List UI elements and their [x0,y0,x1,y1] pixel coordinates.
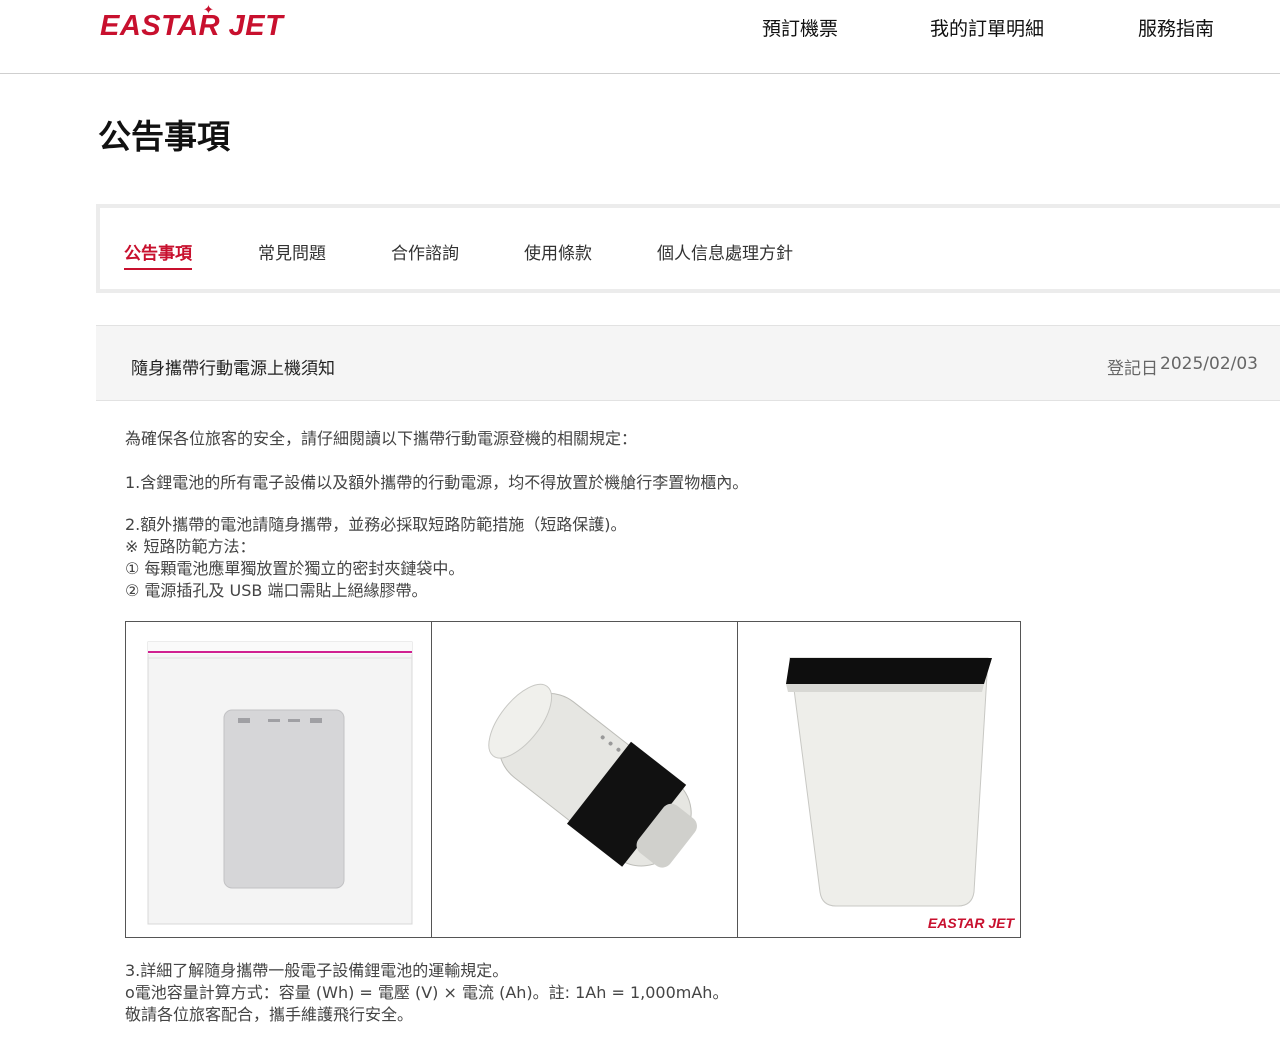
tab-privacy-policy[interactable]: 個人信息處理方針 [657,239,793,264]
notice-rule-2: 2.額外攜帶的電池請隨身攜帶，並務必採取短路防範措施（短路保護)。 [125,515,627,534]
logo-star-icon: ✦ [203,3,214,18]
nav-service-guide[interactable]: 服務指南 [1138,14,1214,41]
tab-notices[interactable]: 公告事項 [124,239,192,270]
method-title: ※ 短路防範方法： [125,537,256,556]
page-title: 公告事項 [98,117,230,156]
method-2: ② 電源插孔及 USB 端口需貼上絕緣膠帶。 [125,581,428,600]
tab-terms[interactable]: 使用條款 [524,239,592,264]
notice-title: 隨身攜帶行動電源上機須知 [131,359,335,379]
eastar-jet-watermark: EASTAR JET [927,915,1014,931]
power-bank-port-taped-image [432,622,738,937]
notice-rule-1: 1.含鋰電池的所有電子設備以及額外攜帶的行動電源，均不得放置於機艙行李置物櫃內。 [125,473,749,492]
power-bank-images: EASTAR JET [125,621,1021,938]
closing-text: 敬請各位旅客配合，攜手維護飛行安全。 [125,1005,414,1024]
nav-book-flights[interactable]: 預訂機票 [762,14,838,41]
notice-header: 隨身攜帶行動電源上機須知 登記日 2025/02/03 [96,325,1280,401]
site-header: EASTAR JET ✦ 預訂機票 我的訂單明細 服務指南 [0,0,1280,74]
capacity-formula: o電池容量計算方式：容量 (Wh) = 電壓 (V) × 電流 (Ah)。註: … [125,983,729,1002]
power-bank-in-zip-bag-image [126,622,432,937]
notice-date-label: 登記日 [1107,359,1158,379]
eastar-jet-logo[interactable]: EASTAR JET ✦ [100,3,284,46]
method-1: ① 每顆電池應單獨放置於獨立的密封夾鏈袋中。 [125,559,465,578]
tab-faq[interactable]: 常見問題 [258,239,326,264]
sub-nav-tabs: 公告事項 常見問題 合作諮詢 使用條款 個人信息處理方針 [96,204,1280,293]
notice-intro: 為確保各位旅客的安全，請仔細閱讀以下攜帶行動電源登機的相關規定： [125,429,638,448]
notice-date: 2025/02/03 [1160,354,1258,374]
logo-text: EASTAR JET [100,9,284,42]
nav-my-bookings[interactable]: 我的訂單明細 [930,14,1044,41]
notice-rule-3: 3.詳細了解隨身攜帶一般電子設備鋰電池的運輸規定。 [125,961,509,980]
power-bank-end-taped-image: EASTAR JET [738,622,1020,937]
tab-partnership[interactable]: 合作諮詢 [391,239,459,264]
